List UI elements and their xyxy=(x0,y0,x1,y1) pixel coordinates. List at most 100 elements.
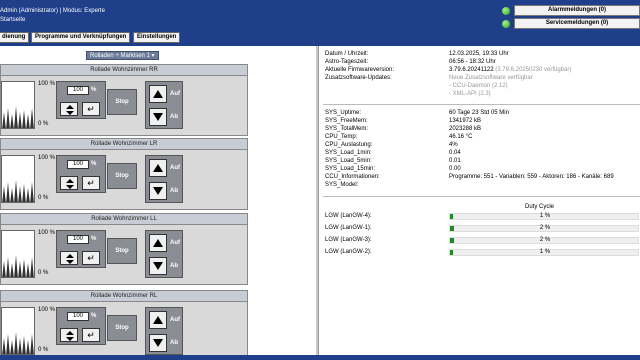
service-messages-button[interactable]: Servicemeldungen (0) xyxy=(514,18,640,29)
nav-einstellungen[interactable]: Einstellungen xyxy=(133,32,181,43)
service-led-icon xyxy=(502,20,510,28)
stop-button[interactable]: Stop xyxy=(107,163,137,189)
blind-panel: Rollade Wohnzimmer LR 100 % 0 % 100 % ↵ … xyxy=(0,138,248,210)
duty-row: LGW (LanGW-2): 1 % xyxy=(325,248,640,258)
bottom-bar xyxy=(0,355,640,360)
level-input[interactable]: 100 xyxy=(67,312,89,321)
level-stepper-icon[interactable] xyxy=(60,102,78,116)
duty-cycle-header: Duty Cycle xyxy=(525,204,555,210)
up-arrow-icon[interactable] xyxy=(149,234,167,252)
gateway-name: LGW (LanGW-3): xyxy=(325,237,372,243)
nav-programme[interactable]: Programme und Verknüpfungen xyxy=(31,32,131,43)
level-control: 100 % ↵ xyxy=(56,81,106,119)
grass-icon xyxy=(2,332,34,354)
divider xyxy=(323,104,640,105)
sys-row: SYS_Load_5min: 0.01 xyxy=(325,158,640,166)
sys-value: 0.04 xyxy=(449,150,461,156)
down-arrow-icon[interactable] xyxy=(149,182,167,200)
up-arrow-icon[interactable] xyxy=(149,85,167,103)
blind-shade-graphic xyxy=(1,155,35,203)
sys-value: 60 Tage 23 Std 05 Min xyxy=(449,110,509,116)
duty-row: LGW (LanGW-4): 1 % xyxy=(325,212,640,222)
up-label: Auf xyxy=(170,240,180,246)
duty-bar: 2 % xyxy=(449,225,639,232)
level-max-label: 100 % xyxy=(38,307,56,313)
sys-key: SYS_FreeMem: xyxy=(325,118,368,124)
down-label: Ab xyxy=(170,340,178,346)
sys-row: SYS_FreeMem: 1341972 kB xyxy=(325,118,640,126)
room-selector-label: Rolladen + Markisen 1 xyxy=(90,53,150,59)
up-arrow-icon[interactable] xyxy=(149,159,167,177)
update-item[interactable]: - XML-API (2.3) xyxy=(449,91,491,97)
level-control: 100 % ↵ xyxy=(56,230,106,268)
up-label: Auf xyxy=(170,91,180,97)
blind-panel: Rollade Wohnzimmer RR 100 % 0 % 100 % ↵ … xyxy=(0,64,248,136)
level-max-label: 100 % xyxy=(38,155,56,161)
chevron-down-icon: ▾ xyxy=(151,53,155,59)
stop-button[interactable]: Stop xyxy=(107,238,137,264)
level-input[interactable]: 100 xyxy=(67,160,89,169)
down-arrow-icon[interactable] xyxy=(149,334,167,352)
sys-row: SYS_Uptime: 60 Tage 23 Std 05 Min xyxy=(325,110,640,118)
duty-label: 2 % xyxy=(539,237,551,243)
updown-control: Auf Ab xyxy=(145,155,183,203)
enter-icon[interactable]: ↵ xyxy=(82,102,100,116)
sys-key: SYS_Load_1min: xyxy=(325,150,372,156)
duty-label: 1 % xyxy=(539,249,551,255)
level-stepper-icon[interactable] xyxy=(60,251,78,265)
level-max-label: 100 % xyxy=(38,230,56,236)
sys-value: 4% xyxy=(449,142,458,148)
down-label: Ab xyxy=(170,263,178,269)
level-stepper-icon[interactable] xyxy=(60,176,78,190)
info-value: 12.03.2025, 19:33 Uhr xyxy=(449,51,509,57)
firmware-available[interactable]: (3.79.6.20250230 verfügbar) xyxy=(495,67,571,73)
sys-value: 0.01 xyxy=(449,158,461,164)
update-item[interactable]: - CCU-Daemon (2.12) xyxy=(449,83,508,89)
level-min-label: 0 % xyxy=(38,347,49,353)
level-input[interactable]: 100 xyxy=(67,235,89,244)
gateway-name: LGW (LanGW-2): xyxy=(325,249,372,255)
room-selector[interactable]: Rolladen + Markisen 1 ▾ xyxy=(86,51,159,60)
blind-title: Rollade Wohnzimmer RR xyxy=(1,65,247,76)
down-arrow-icon[interactable] xyxy=(149,257,167,275)
updown-control: Auf Ab xyxy=(145,81,183,129)
sys-row: SYS_Load_1min: 0.04 xyxy=(325,150,640,158)
stop-button[interactable]: Stop xyxy=(107,89,137,115)
stop-button[interactable]: Stop xyxy=(107,315,137,341)
alarm-messages-button[interactable]: Alarmmeldungen (0) xyxy=(514,5,640,16)
enter-icon[interactable]: ↵ xyxy=(82,251,100,265)
level-unit: % xyxy=(91,236,97,242)
system-info-pane: Datum / Uhrzeit: 12.03.2025, 19:33 Uhr A… xyxy=(318,46,640,360)
sys-key: CPU_Auslastung: xyxy=(325,142,373,148)
level-stepper-icon[interactable] xyxy=(60,328,78,342)
enter-icon[interactable]: ↵ xyxy=(82,176,100,190)
up-label: Auf xyxy=(170,317,180,323)
user-mode-label: Admin (Administrator) | Modus: Experte xyxy=(0,8,105,14)
favorites-pane: Rolladen + Markisen 1 ▾ Rollade Wohnzimm… xyxy=(0,46,316,360)
sys-key: SYS_Load_5min: xyxy=(325,158,372,164)
duty-label: 2 % xyxy=(539,225,551,231)
blind-shade-graphic xyxy=(1,230,35,278)
up-arrow-icon[interactable] xyxy=(149,311,167,329)
down-arrow-icon[interactable] xyxy=(149,108,167,126)
firmware-version: 3.79.6.20241122 xyxy=(449,67,494,73)
info-row: Datum / Uhrzeit: 12.03.2025, 19:33 Uhr xyxy=(325,51,640,59)
level-input[interactable]: 100 xyxy=(67,86,89,95)
level-unit: % xyxy=(91,87,97,93)
level-control: 100 % ↵ xyxy=(56,155,106,193)
sys-value: Programme: 551 - Variablen: 559 - Aktore… xyxy=(449,174,614,180)
duty-row: LGW (LanGW-1): 2 % xyxy=(325,224,640,234)
blind-title: Rollade Wohnzimmer RL xyxy=(1,291,247,302)
duty-bar: 1 % xyxy=(449,213,639,220)
level-unit: % xyxy=(91,161,97,167)
enter-icon[interactable]: ↵ xyxy=(82,328,100,342)
sys-key: SYS_TotalMem: xyxy=(325,126,369,132)
grass-icon xyxy=(2,180,34,202)
nav-bedienung[interactable]: dienung xyxy=(0,32,30,43)
gateway-name: LGW (LanGW-4): xyxy=(325,213,372,219)
updown-control: Auf Ab xyxy=(145,230,183,278)
grass-icon xyxy=(2,255,34,277)
grass-icon xyxy=(2,106,34,128)
top-bar: Admin (Administrator) | Modus: Experte S… xyxy=(0,0,640,46)
duty-label: 1 % xyxy=(539,213,551,219)
